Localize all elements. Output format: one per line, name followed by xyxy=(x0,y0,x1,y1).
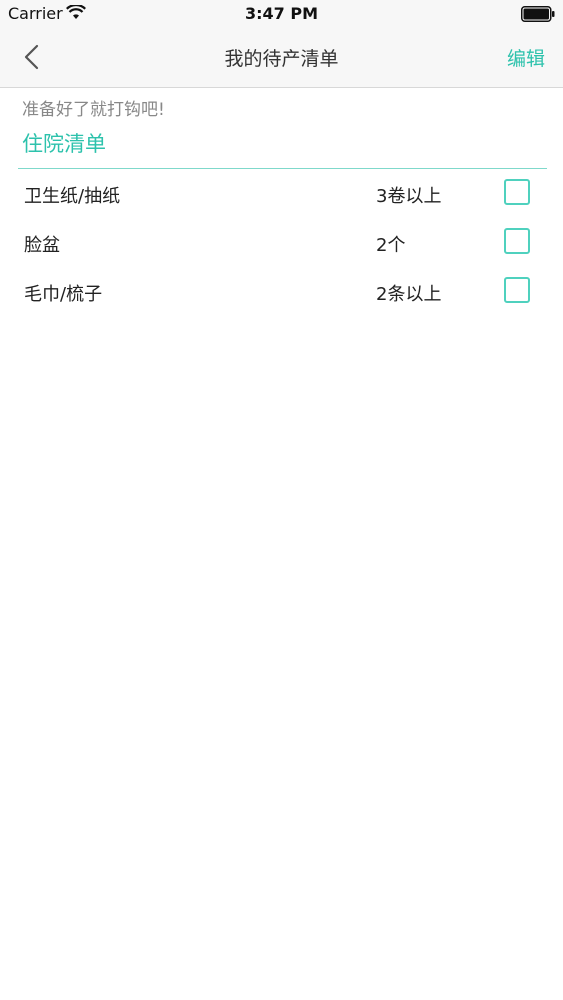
hint-text: 准备好了就打钩吧! xyxy=(22,100,165,120)
item-quantity: 2个 xyxy=(376,235,406,256)
checklist: 卫生纸/抽纸 3卷以上 脸盆 2个 毛巾/梳子 2条以上 xyxy=(0,169,563,316)
battery-icon xyxy=(521,6,555,22)
item-name: 毛巾/梳子 xyxy=(24,284,103,305)
section-title: 住院清单 xyxy=(22,132,106,156)
navigation-bar: 我的待产清单 编辑 xyxy=(0,28,563,88)
item-checkbox[interactable] xyxy=(504,179,530,205)
list-item: 毛巾/梳子 2条以上 xyxy=(0,267,563,316)
edit-button[interactable]: 编辑 xyxy=(507,44,545,71)
list-item: 脸盆 2个 xyxy=(0,218,563,267)
item-name: 脸盆 xyxy=(24,235,60,256)
item-checkbox[interactable] xyxy=(504,228,530,254)
item-name: 卫生纸/抽纸 xyxy=(24,186,121,207)
status-bar: Carrier 3:47 PM xyxy=(0,0,563,28)
item-quantity: 3卷以上 xyxy=(376,186,442,207)
item-checkbox[interactable] xyxy=(504,277,530,303)
status-time: 3:47 PM xyxy=(244,4,318,23)
list-item: 卫生纸/抽纸 3卷以上 xyxy=(0,169,563,218)
item-quantity: 2条以上 xyxy=(376,284,442,305)
page-title: 我的待产清单 xyxy=(224,48,339,70)
